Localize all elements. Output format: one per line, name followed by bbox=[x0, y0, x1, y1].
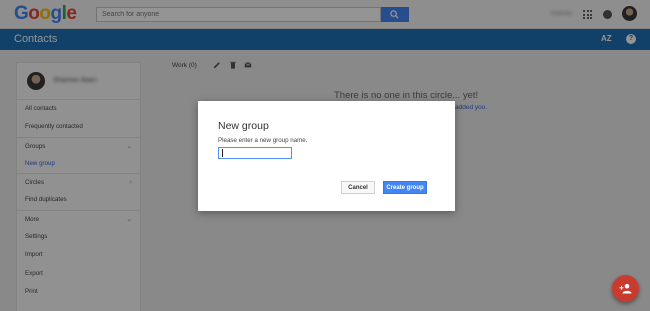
add-person-icon bbox=[619, 283, 632, 294]
new-group-dialog: New group Please enter a new group name.… bbox=[198, 101, 455, 211]
cancel-button[interactable]: Cancel bbox=[341, 181, 375, 194]
add-contact-button[interactable] bbox=[612, 275, 639, 302]
text-cursor bbox=[222, 149, 223, 157]
dialog-title: New group bbox=[218, 120, 269, 132]
dialog-prompt: Please enter a new group name. bbox=[218, 137, 308, 144]
create-group-button[interactable]: Create group bbox=[383, 181, 427, 194]
group-name-input[interactable] bbox=[218, 147, 292, 159]
